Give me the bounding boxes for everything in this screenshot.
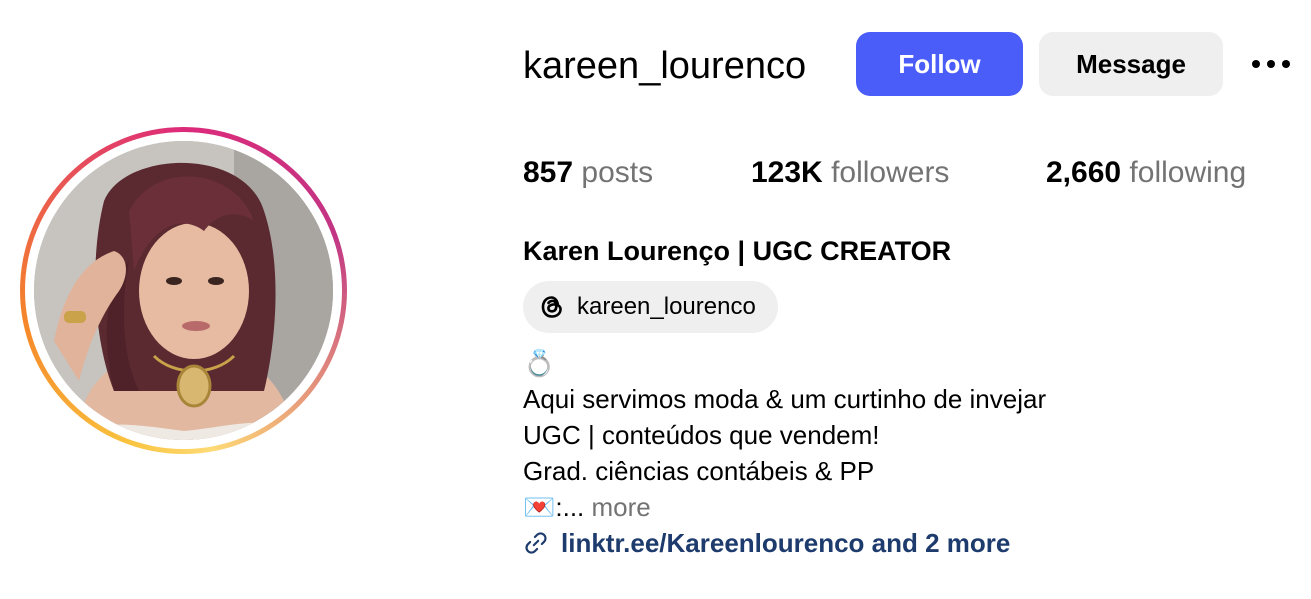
bio: 💍 Aqui servimos moda & um curtinho de in… [523, 345, 1046, 525]
bio-truncated-text: 💌:... [523, 492, 585, 522]
followers-label: followers [831, 156, 950, 189]
posts-count: 857 posts [523, 154, 653, 192]
bio-more-link[interactable]: more [592, 492, 651, 522]
following-label: following [1129, 156, 1247, 189]
more-horizontal-icon [1252, 60, 1290, 68]
bio-emoji-line: 💍 [523, 348, 556, 378]
avatar[interactable] [34, 141, 333, 440]
bio-truncated-line: 💌:... more [523, 489, 1046, 525]
bio-link[interactable]: linktr.ee/Kareenlourenco and 2 more [523, 525, 1010, 561]
followers-value: 123K [751, 156, 823, 189]
posts-label: posts [581, 156, 654, 189]
bio-line-3: Grad. ciências contábeis & PP [523, 456, 875, 486]
story-ring[interactable] [20, 127, 347, 454]
message-button[interactable]: Message [1039, 32, 1223, 96]
bio-line-1: Aqui servimos moda & um curtinho de inve… [523, 384, 1047, 414]
posts-value: 857 [523, 156, 574, 189]
username: kareen_lourenco [523, 45, 807, 87]
avatar-gap [25, 132, 342, 449]
threads-icon [541, 296, 562, 318]
following-count[interactable]: 2,660 following [1046, 154, 1246, 192]
full-name: Karen Lourenço | UGC CREATOR [523, 236, 952, 266]
bio-line-2: UGC | conteúdos que vendem! [523, 420, 880, 450]
follow-button[interactable]: Follow [856, 32, 1023, 96]
threads-handle: kareen_lourenco [577, 293, 756, 320]
avatar-image [34, 141, 333, 440]
followers-count[interactable]: 123K followers [751, 154, 949, 192]
following-value: 2,660 [1046, 156, 1122, 189]
profile-header: kareen_lourenco Follow Message 857 posts… [0, 0, 1311, 599]
link-icon [525, 532, 547, 554]
more-options-button[interactable] [1245, 48, 1297, 80]
bio-link-text: linktr.ee/Kareenlourenco and 2 more [561, 527, 1011, 558]
threads-badge[interactable]: kareen_lourenco [523, 281, 778, 333]
